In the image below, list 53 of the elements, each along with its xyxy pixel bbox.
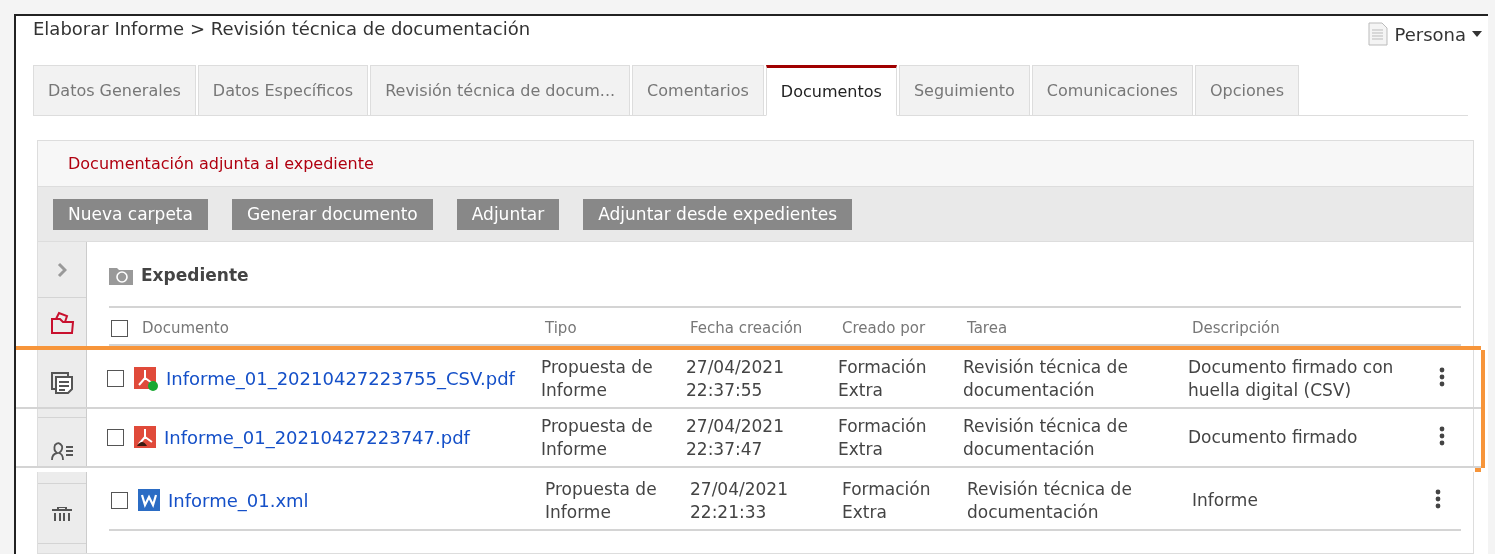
table-cell-text: Propuesta de Informe <box>541 356 654 401</box>
toolbar-button[interactable]: Nueva carpeta <box>53 198 208 230</box>
row-checkbox[interactable] <box>107 429 124 446</box>
row-checkbox[interactable] <box>107 370 124 387</box>
pdf-signed-icon <box>134 366 158 391</box>
panel-title: Documentación adjunta al expediente <box>68 154 374 173</box>
table-cell-text: Formación Extra <box>842 478 932 523</box>
table-cell-text: 27/04/2021 22:21:33 <box>690 478 789 523</box>
chevron-right-icon <box>57 261 67 278</box>
column-header: Descripción <box>1192 319 1281 337</box>
table-cell-text: Revisión técnica de documentación <box>963 415 1129 460</box>
tab[interactable]: Datos Específicos <box>197 65 369 116</box>
pdf-icon <box>134 426 156 449</box>
toolbar-button[interactable]: Adjuntar <box>456 198 560 230</box>
tab[interactable]: Comentarios <box>632 65 764 116</box>
toolbar-button[interactable]: Generar documento <box>231 198 433 230</box>
trash-icon <box>51 506 73 521</box>
table-cell-text: Documento firmado con huella digital (CSV) <box>1188 356 1395 401</box>
table-cell-text: Propuesta de Informe <box>541 415 654 460</box>
table-cell-text: Formación Extra <box>838 415 928 460</box>
tab[interactable]: Seguimiento <box>898 65 1030 116</box>
column-header: Creado por <box>842 319 927 337</box>
tab[interactable]: Datos Generales <box>33 65 196 116</box>
caret-icon <box>1472 31 1482 37</box>
column-header: Tarea <box>967 319 1009 337</box>
table-cell-text: Informe <box>1192 489 1259 512</box>
table-cell-text: 27/04/2021 22:37:55 <box>686 356 785 401</box>
toolbar-button[interactable]: Adjuntar desde expedientes <box>583 198 853 230</box>
document-icon <box>1368 22 1389 46</box>
table-cell-text: 27/04/2021 22:37:47 <box>686 415 785 460</box>
tab[interactable]: Comunicaciones <box>1031 65 1193 116</box>
select-all-checkbox[interactable] <box>111 319 128 337</box>
table-cell-text: Revisión técnica de documentación <box>967 478 1133 523</box>
user-menu[interactable]: Persona <box>1368 22 1482 46</box>
column-header: Tipo <box>545 319 578 337</box>
person-list-icon <box>49 440 75 461</box>
row-checkbox[interactable] <box>111 492 128 509</box>
table-cell-text: Formación Extra <box>838 356 928 401</box>
table-cell-text: Documento firmado <box>1188 426 1359 449</box>
document-link[interactable]: Informe_01_20210427223747.pdf <box>164 425 470 450</box>
document-link[interactable]: Informe_01.xml <box>168 488 309 513</box>
document-link[interactable]: Informe_01_20210427223755_CSV.pdf <box>166 366 515 391</box>
breadcrumb: Elaborar Informe > Revisión técnica de documentación <box>33 17 531 39</box>
folder-name: Expediente <box>141 265 249 285</box>
column-header: Fecha creación <box>690 319 804 337</box>
tab[interactable]: Opciones <box>1194 65 1300 116</box>
tab[interactable]: Documentos <box>765 65 897 116</box>
notes-icon <box>50 370 74 395</box>
column-header: Documento <box>142 319 229 337</box>
table-cell-text: Propuesta de Informe <box>545 478 658 523</box>
word-document-icon <box>138 489 160 512</box>
table-cell-text: Revisión técnica de documentación <box>963 356 1129 401</box>
tab[interactable]: Revisión técnica de docum... <box>370 65 631 116</box>
